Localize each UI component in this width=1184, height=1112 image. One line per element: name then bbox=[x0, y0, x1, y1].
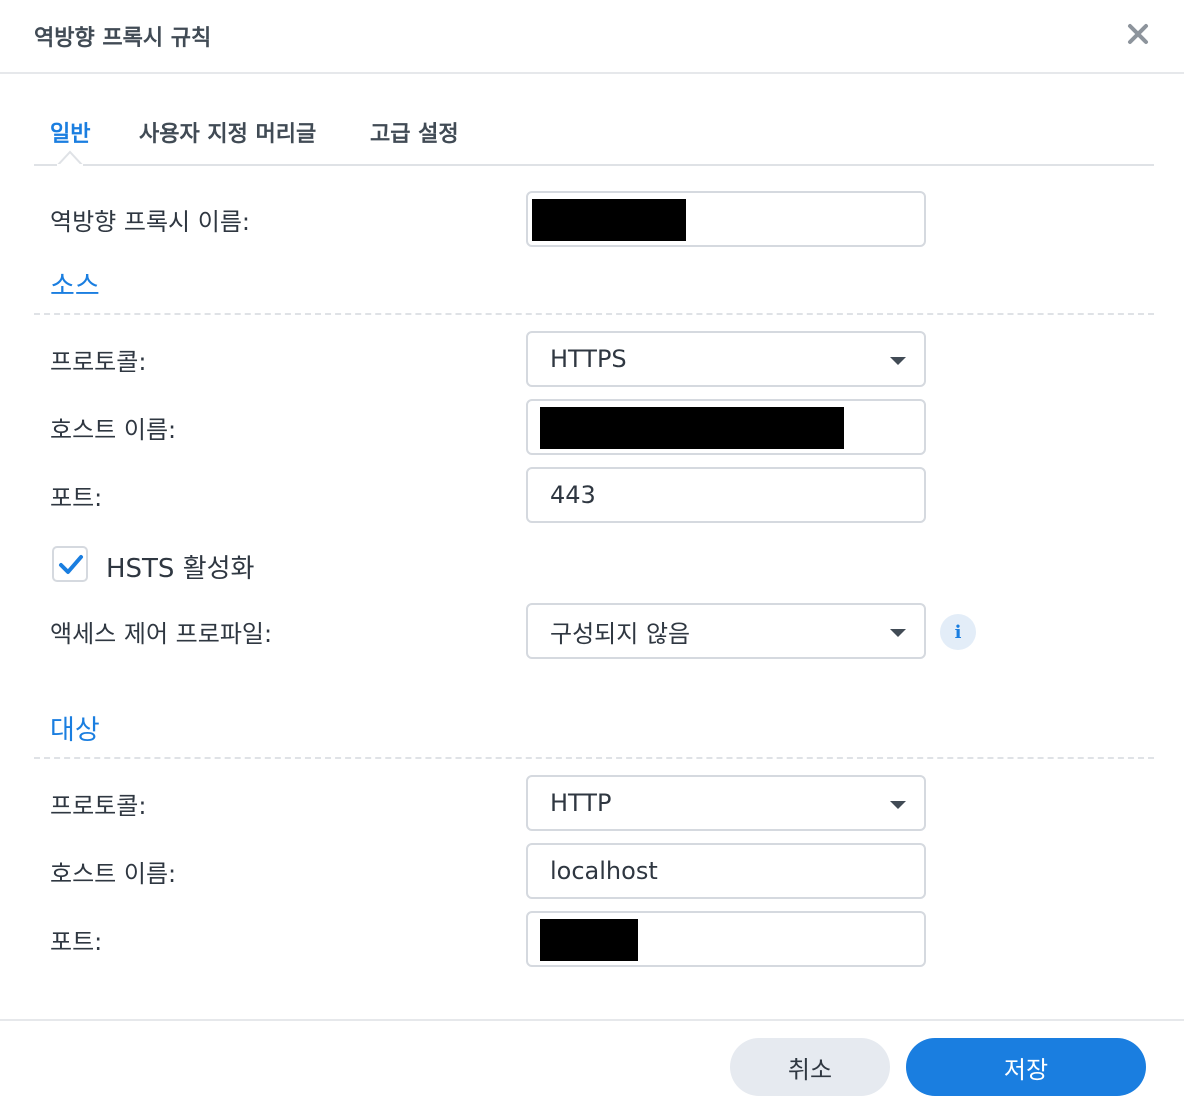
info-icon[interactable]: i bbox=[940, 614, 976, 650]
redacted-block bbox=[540, 407, 844, 449]
proxy-name-input[interactable] bbox=[526, 191, 926, 247]
proxy-name-label: 역방향 프록시 이름: bbox=[50, 208, 250, 236]
access-profile-value: 구성되지 않음 bbox=[550, 619, 691, 648]
chevron-down-icon bbox=[890, 801, 906, 809]
hsts-label[interactable]: HSTS 활성화 bbox=[106, 548, 254, 585]
destination-protocol-value: HTTP bbox=[550, 789, 612, 817]
section-divider bbox=[34, 313, 1154, 315]
chevron-down-icon bbox=[890, 357, 906, 365]
section-divider bbox=[34, 757, 1154, 759]
source-port-input[interactable]: 443 bbox=[526, 467, 926, 523]
source-protocol-value: HTTPS bbox=[550, 345, 627, 373]
tab-bar: 일반 사용자 지정 머리글 고급 설정 bbox=[34, 110, 1154, 166]
source-protocol-label: 프로토콜: bbox=[50, 348, 147, 376]
destination-section-title: 대상 bbox=[50, 715, 100, 746]
reverse-proxy-rule-dialog: 역방향 프록시 규칙 일반 사용자 지정 머리글 고급 설정 역방향 프록시 이… bbox=[0, 0, 1184, 1112]
checkmark-icon bbox=[59, 555, 83, 574]
destination-hostname-label: 호스트 이름: bbox=[50, 860, 177, 888]
source-section-title: 소스 bbox=[50, 271, 100, 302]
active-tab-indicator bbox=[57, 150, 83, 166]
source-port-value: 443 bbox=[550, 481, 596, 509]
save-button[interactable]: 저장 bbox=[906, 1038, 1146, 1096]
destination-hostname-value: localhost bbox=[550, 857, 658, 885]
dialog-title: 역방향 프록시 규칙 bbox=[34, 26, 212, 51]
destination-hostname-input[interactable]: localhost bbox=[526, 843, 926, 899]
close-icon[interactable] bbox=[1122, 18, 1154, 50]
access-profile-label: 액세스 제어 프로파일: bbox=[50, 620, 273, 648]
source-protocol-select[interactable]: HTTPS bbox=[526, 331, 926, 387]
redacted-block bbox=[532, 199, 686, 241]
dialog-titlebar: 역방향 프록시 규칙 bbox=[0, 0, 1184, 74]
destination-protocol-select[interactable]: HTTP bbox=[526, 775, 926, 831]
source-hostname-input[interactable] bbox=[526, 399, 926, 455]
cancel-button[interactable]: 취소 bbox=[730, 1038, 890, 1096]
source-port-label: 포트: bbox=[50, 484, 103, 512]
chevron-down-icon bbox=[890, 629, 906, 637]
redacted-block bbox=[540, 919, 638, 961]
hsts-checkbox[interactable] bbox=[52, 546, 88, 582]
footer-divider bbox=[0, 1019, 1184, 1021]
tab-custom-headers[interactable]: 사용자 지정 머리글 bbox=[139, 116, 316, 148]
destination-protocol-label: 프로토콜: bbox=[50, 792, 147, 820]
destination-port-input[interactable] bbox=[526, 911, 926, 967]
tab-general[interactable]: 일반 bbox=[50, 116, 90, 148]
tab-advanced-settings[interactable]: 고급 설정 bbox=[370, 116, 459, 148]
destination-port-label: 포트: bbox=[50, 928, 103, 956]
access-profile-select[interactable]: 구성되지 않음 bbox=[526, 603, 926, 659]
source-hostname-label: 호스트 이름: bbox=[50, 416, 177, 444]
